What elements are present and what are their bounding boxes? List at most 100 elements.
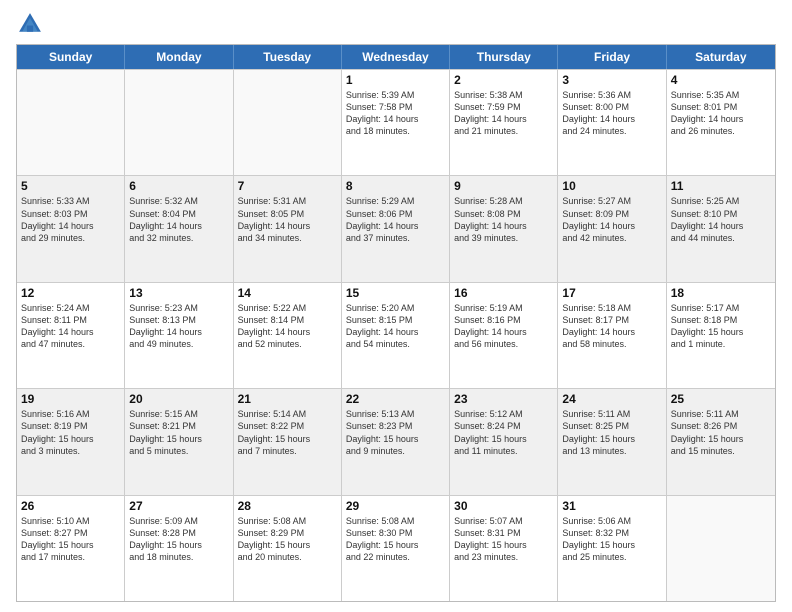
day-number: 17 bbox=[562, 286, 661, 300]
day-number: 22 bbox=[346, 392, 445, 406]
calendar-cell-3-0: 19Sunrise: 5:16 AM Sunset: 8:19 PM Dayli… bbox=[17, 389, 125, 494]
day-info: Sunrise: 5:33 AM Sunset: 8:03 PM Dayligh… bbox=[21, 195, 120, 244]
day-info: Sunrise: 5:38 AM Sunset: 7:59 PM Dayligh… bbox=[454, 89, 553, 138]
header bbox=[16, 10, 776, 38]
calendar-cell-0-6: 4 Sunrise: 5:35 AM Sunset: 8:01 PM Daylig… bbox=[667, 70, 775, 175]
calendar-row-0: 1 Sunrise: 5:39 AM Sunset: 7:58 PM Daylig… bbox=[17, 69, 775, 175]
day-number: 4 bbox=[671, 73, 771, 87]
calendar-cell-2-6: 18Sunrise: 5:17 AM Sunset: 8:18 PM Dayli… bbox=[667, 283, 775, 388]
day-number: 18 bbox=[671, 286, 771, 300]
day-info: Sunrise: 5:09 AM Sunset: 8:28 PM Dayligh… bbox=[129, 515, 228, 564]
calendar-cell-1-3: 8 Sunrise: 5:29 AM Sunset: 8:06 PM Daylig… bbox=[342, 176, 450, 281]
calendar-header-row: SundayMondayTuesdayWednesdayThursdayFrid… bbox=[17, 45, 775, 69]
day-number: 28 bbox=[238, 499, 337, 513]
day-number: 11 bbox=[671, 179, 771, 193]
header-day-wednesday: Wednesday bbox=[342, 45, 450, 69]
day-info: Sunrise: 5:39 AM Sunset: 7:58 PM Dayligh… bbox=[346, 89, 445, 138]
day-number: 29 bbox=[346, 499, 445, 513]
calendar-row-1: 5 Sunrise: 5:33 AM Sunset: 8:03 PM Daylig… bbox=[17, 175, 775, 281]
logo-icon bbox=[16, 10, 44, 38]
day-number: 6 bbox=[129, 179, 228, 193]
calendar-cell-2-5: 17 Sunrise: 5:18 AM Sunset: 8:17 PM Dayli… bbox=[558, 283, 666, 388]
calendar-cell-2-3: 15 Sunrise: 5:20 AM Sunset: 8:15 PM Dayli… bbox=[342, 283, 450, 388]
day-info: Sunrise: 5:22 AM Sunset: 8:14 PM Dayligh… bbox=[238, 302, 337, 351]
day-info: Sunrise: 5:20 AM Sunset: 8:15 PM Dayligh… bbox=[346, 302, 445, 351]
day-info: Sunrise: 5:11 AM Sunset: 8:25 PM Dayligh… bbox=[562, 408, 661, 457]
calendar-cell-0-2 bbox=[234, 70, 342, 175]
calendar-cell-0-5: 3 Sunrise: 5:36 AM Sunset: 8:00 PM Daylig… bbox=[558, 70, 666, 175]
day-info: Sunrise: 5:25 AM Sunset: 8:10 PM Dayligh… bbox=[671, 195, 771, 244]
day-number: 13 bbox=[129, 286, 228, 300]
calendar-row-3: 19Sunrise: 5:16 AM Sunset: 8:19 PM Dayli… bbox=[17, 388, 775, 494]
day-info: Sunrise: 5:35 AM Sunset: 8:01 PM Dayligh… bbox=[671, 89, 771, 138]
calendar-cell-2-1: 13 Sunrise: 5:23 AM Sunset: 8:13 PM Dayli… bbox=[125, 283, 233, 388]
calendar-cell-4-6 bbox=[667, 496, 775, 601]
header-day-thursday: Thursday bbox=[450, 45, 558, 69]
day-info: Sunrise: 5:29 AM Sunset: 8:06 PM Dayligh… bbox=[346, 195, 445, 244]
day-info: Sunrise: 5:11 AM Sunset: 8:26 PM Dayligh… bbox=[671, 408, 771, 457]
day-number: 16 bbox=[454, 286, 553, 300]
calendar-cell-1-0: 5 Sunrise: 5:33 AM Sunset: 8:03 PM Daylig… bbox=[17, 176, 125, 281]
day-number: 27 bbox=[129, 499, 228, 513]
day-info: Sunrise: 5:18 AM Sunset: 8:17 PM Dayligh… bbox=[562, 302, 661, 351]
day-info: Sunrise: 5:19 AM Sunset: 8:16 PM Dayligh… bbox=[454, 302, 553, 351]
day-info: Sunrise: 5:32 AM Sunset: 8:04 PM Dayligh… bbox=[129, 195, 228, 244]
day-number: 12 bbox=[21, 286, 120, 300]
calendar-cell-1-6: 11 Sunrise: 5:25 AM Sunset: 8:10 PM Dayli… bbox=[667, 176, 775, 281]
day-number: 1 bbox=[346, 73, 445, 87]
day-number: 25 bbox=[671, 392, 771, 406]
calendar-cell-0-4: 2 Sunrise: 5:38 AM Sunset: 7:59 PM Daylig… bbox=[450, 70, 558, 175]
calendar-row-4: 26Sunrise: 5:10 AM Sunset: 8:27 PM Dayli… bbox=[17, 495, 775, 601]
day-info: Sunrise: 5:12 AM Sunset: 8:24 PM Dayligh… bbox=[454, 408, 553, 457]
day-info: Sunrise: 5:13 AM Sunset: 8:23 PM Dayligh… bbox=[346, 408, 445, 457]
day-info: Sunrise: 5:23 AM Sunset: 8:13 PM Dayligh… bbox=[129, 302, 228, 351]
calendar-cell-3-3: 22 Sunrise: 5:13 AM Sunset: 8:23 PM Dayli… bbox=[342, 389, 450, 494]
day-info: Sunrise: 5:15 AM Sunset: 8:21 PM Dayligh… bbox=[129, 408, 228, 457]
calendar-cell-3-1: 20 Sunrise: 5:15 AM Sunset: 8:21 PM Dayli… bbox=[125, 389, 233, 494]
calendar-cell-0-3: 1 Sunrise: 5:39 AM Sunset: 7:58 PM Daylig… bbox=[342, 70, 450, 175]
day-number: 21 bbox=[238, 392, 337, 406]
header-day-tuesday: Tuesday bbox=[234, 45, 342, 69]
header-day-friday: Friday bbox=[558, 45, 666, 69]
day-number: 30 bbox=[454, 499, 553, 513]
day-info: Sunrise: 5:08 AM Sunset: 8:30 PM Dayligh… bbox=[346, 515, 445, 564]
day-number: 23 bbox=[454, 392, 553, 406]
day-info: Sunrise: 5:28 AM Sunset: 8:08 PM Dayligh… bbox=[454, 195, 553, 244]
header-day-monday: Monday bbox=[125, 45, 233, 69]
day-number: 3 bbox=[562, 73, 661, 87]
day-number: 2 bbox=[454, 73, 553, 87]
calendar-cell-4-0: 26Sunrise: 5:10 AM Sunset: 8:27 PM Dayli… bbox=[17, 496, 125, 601]
calendar-cell-3-5: 24 Sunrise: 5:11 AM Sunset: 8:25 PM Dayli… bbox=[558, 389, 666, 494]
calendar: SundayMondayTuesdayWednesdayThursdayFrid… bbox=[16, 44, 776, 602]
calendar-row-2: 12Sunrise: 5:24 AM Sunset: 8:11 PM Dayli… bbox=[17, 282, 775, 388]
day-info: Sunrise: 5:36 AM Sunset: 8:00 PM Dayligh… bbox=[562, 89, 661, 138]
calendar-cell-2-2: 14Sunrise: 5:22 AM Sunset: 8:14 PM Dayli… bbox=[234, 283, 342, 388]
calendar-cell-1-1: 6 Sunrise: 5:32 AM Sunset: 8:04 PM Daylig… bbox=[125, 176, 233, 281]
calendar-cell-4-4: 30 Sunrise: 5:07 AM Sunset: 8:31 PM Dayli… bbox=[450, 496, 558, 601]
day-number: 5 bbox=[21, 179, 120, 193]
calendar-cell-4-1: 27 Sunrise: 5:09 AM Sunset: 8:28 PM Dayli… bbox=[125, 496, 233, 601]
day-number: 10 bbox=[562, 179, 661, 193]
calendar-cell-1-2: 7Sunrise: 5:31 AM Sunset: 8:05 PM Daylig… bbox=[234, 176, 342, 281]
calendar-cell-2-0: 12Sunrise: 5:24 AM Sunset: 8:11 PM Dayli… bbox=[17, 283, 125, 388]
day-number: 7 bbox=[238, 179, 337, 193]
day-info: Sunrise: 5:14 AM Sunset: 8:22 PM Dayligh… bbox=[238, 408, 337, 457]
day-info: Sunrise: 5:08 AM Sunset: 8:29 PM Dayligh… bbox=[238, 515, 337, 564]
day-number: 24 bbox=[562, 392, 661, 406]
day-number: 8 bbox=[346, 179, 445, 193]
calendar-cell-3-4: 23 Sunrise: 5:12 AM Sunset: 8:24 PM Dayli… bbox=[450, 389, 558, 494]
calendar-cell-0-1 bbox=[125, 70, 233, 175]
day-number: 31 bbox=[562, 499, 661, 513]
page: SundayMondayTuesdayWednesdayThursdayFrid… bbox=[0, 0, 792, 612]
day-number: 9 bbox=[454, 179, 553, 193]
calendar-cell-4-5: 31 Sunrise: 5:06 AM Sunset: 8:32 PM Dayli… bbox=[558, 496, 666, 601]
day-number: 20 bbox=[129, 392, 228, 406]
day-info: Sunrise: 5:27 AM Sunset: 8:09 PM Dayligh… bbox=[562, 195, 661, 244]
day-number: 15 bbox=[346, 286, 445, 300]
header-day-saturday: Saturday bbox=[667, 45, 775, 69]
calendar-cell-1-5: 10 Sunrise: 5:27 AM Sunset: 8:09 PM Dayli… bbox=[558, 176, 666, 281]
day-info: Sunrise: 5:07 AM Sunset: 8:31 PM Dayligh… bbox=[454, 515, 553, 564]
day-info: Sunrise: 5:10 AM Sunset: 8:27 PM Dayligh… bbox=[21, 515, 120, 564]
calendar-cell-3-2: 21 Sunrise: 5:14 AM Sunset: 8:22 PM Dayli… bbox=[234, 389, 342, 494]
day-info: Sunrise: 5:06 AM Sunset: 8:32 PM Dayligh… bbox=[562, 515, 661, 564]
